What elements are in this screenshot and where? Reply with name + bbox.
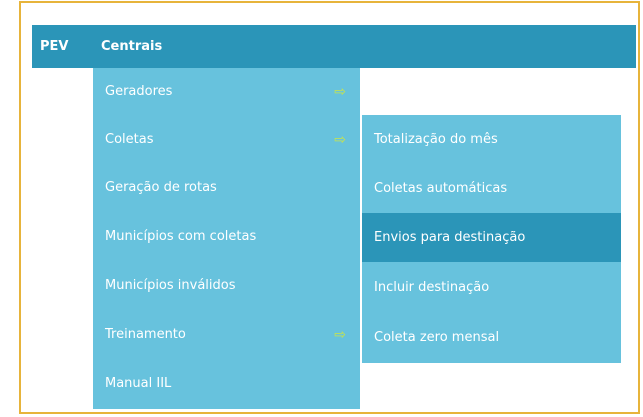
menu-item-label: Manual IIL <box>105 376 172 391</box>
menu-item-label: Municípios com coletas <box>105 229 257 244</box>
menu-item-municipios-com-coletas[interactable]: Municípios com coletas <box>93 213 360 261</box>
menu-item-treinamento[interactable]: Treinamento ⇨ <box>93 311 360 359</box>
menu-item-label: Geradores <box>105 84 173 99</box>
menu-item-label: Treinamento <box>105 327 186 342</box>
submenu-item-incluir-destinacao[interactable]: Incluir destinação <box>362 263 621 312</box>
menu-item-manual-iil[interactable]: Manual IIL <box>93 360 360 408</box>
submenu-arrow-icon: ⇨ <box>334 84 346 100</box>
submenu-item-label: Coleta zero mensal <box>374 330 500 345</box>
coletas-submenu: Totalização do mês Coletas automáticas E… <box>362 115 621 363</box>
menu-centrais[interactable]: Centrais <box>101 25 162 68</box>
submenu-arrow-icon: ⇨ <box>334 132 346 148</box>
submenu-item-coletas-automaticas[interactable]: Coletas automáticas <box>362 164 621 213</box>
menu-item-label: Coletas <box>105 132 154 147</box>
submenu-item-label: Incluir destinação <box>374 280 490 295</box>
menu-item-municipios-invalidos[interactable]: Municípios inválidos <box>93 262 360 310</box>
menu-item-label: Municípios inválidos <box>105 278 236 293</box>
submenu-item-totalizacao-do-mes[interactable]: Totalização do mês <box>362 115 621 164</box>
menu-item-geracao-de-rotas[interactable]: Geração de rotas <box>93 164 360 212</box>
submenu-item-label: Envios para destinação <box>374 230 526 245</box>
menu-item-coletas[interactable]: Coletas ⇨ <box>93 116 360 164</box>
menu-item-geradores[interactable]: Geradores ⇨ <box>93 68 360 116</box>
submenu-item-envios-para-destinacao[interactable]: Envios para destinação <box>362 213 621 262</box>
submenu-item-label: Totalização do mês <box>374 132 498 147</box>
submenu-item-label: Coletas automáticas <box>374 181 508 196</box>
menu-pev[interactable]: PEV <box>40 25 68 68</box>
submenu-item-coleta-zero-mensal[interactable]: Coleta zero mensal <box>362 313 621 362</box>
centrais-dropdown: Geradores ⇨ Coletas ⇨ Geração de rotas M… <box>93 68 360 409</box>
submenu-arrow-icon: ⇨ <box>334 327 346 343</box>
menu-item-label: Geração de rotas <box>105 180 217 195</box>
top-menu-bar: PEV Centrais <box>32 25 636 68</box>
